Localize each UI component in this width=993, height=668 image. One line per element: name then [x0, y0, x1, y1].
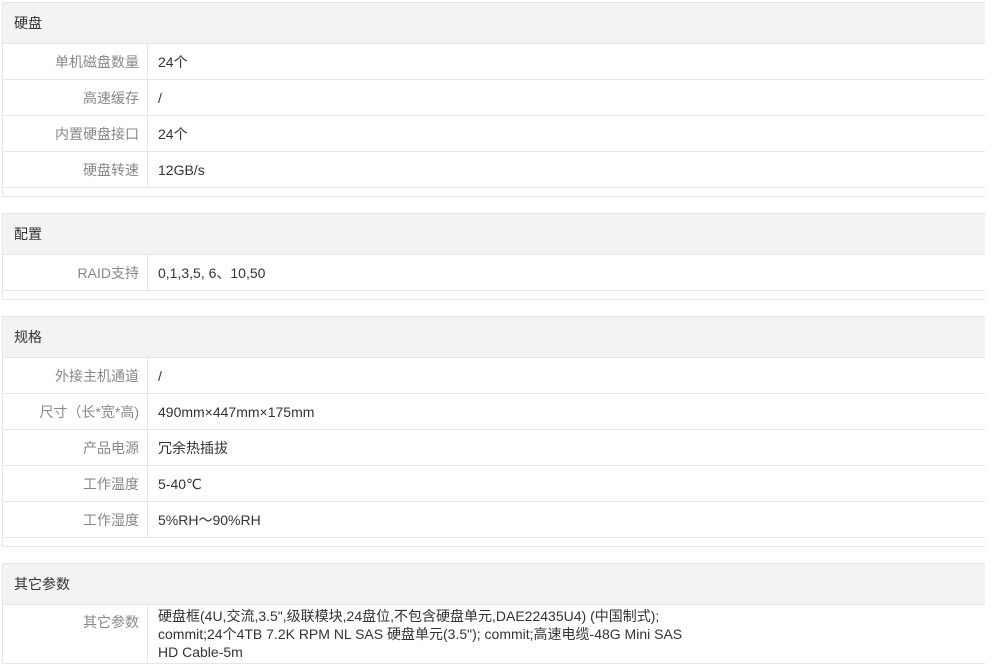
row-label: 硬盘转速	[3, 152, 148, 187]
row-value: 5-40℃	[158, 476, 202, 492]
row-value: /	[158, 368, 162, 384]
section-other: 其它参数 其它参数 硬盘框(4U,交流,3.5",级联模块,24盘位,不包含硬盘…	[2, 563, 985, 664]
section-footer	[3, 290, 985, 299]
row-label: 其它参数	[3, 605, 148, 663]
section-title: 规格	[3, 317, 985, 357]
table-row: 高速缓存 /	[3, 79, 985, 115]
section-title: 其它参数	[3, 564, 985, 604]
row-value: 冗余热插拔	[158, 440, 228, 456]
table-row: 产品电源 冗余热插拔	[3, 429, 985, 465]
row-label: 尺寸（长*宽*高)	[3, 394, 148, 429]
section-footer	[3, 187, 985, 196]
section-disk: 硬盘 单机磁盘数量 24个 高速缓存 / 内置硬盘接口 24个 硬盘转速 12G…	[2, 2, 985, 197]
table-row: 外接主机通道 /	[3, 357, 985, 393]
row-label: RAID支持	[3, 255, 148, 290]
row-value: 24个	[158, 54, 188, 70]
section-title: 配置	[3, 214, 985, 254]
spec-table: 硬盘 单机磁盘数量 24个 高速缓存 / 内置硬盘接口 24个 硬盘转速 12G…	[2, 2, 985, 664]
table-row: RAID支持 0,1,3,5, 6、10,50	[3, 254, 985, 290]
row-label: 产品电源	[3, 430, 148, 465]
section-footer	[3, 537, 985, 546]
row-value: 硬盘框(4U,交流,3.5",级联模块,24盘位,不包含硬盘单元,DAE2243…	[158, 608, 683, 660]
row-value: 24个	[158, 126, 188, 142]
row-label: 工作温度	[3, 466, 148, 501]
table-row: 尺寸（长*宽*高) 490mm×447mm×175mm	[3, 393, 985, 429]
table-row: 内置硬盘接口 24个	[3, 115, 985, 151]
section-config: 配置 RAID支持 0,1,3,5, 6、10,50	[2, 213, 985, 300]
table-row: 硬盘转速 12GB/s	[3, 151, 985, 187]
table-row: 工作温度 5-40℃	[3, 465, 985, 501]
row-label: 高速缓存	[3, 80, 148, 115]
table-row: 工作湿度 5%RH～90%RH	[3, 501, 985, 537]
row-label: 外接主机通道	[3, 358, 148, 393]
row-value: 490mm×447mm×175mm	[158, 404, 315, 420]
row-label: 工作湿度	[3, 502, 148, 537]
row-value: 12GB/s	[158, 162, 205, 178]
section-title: 硬盘	[3, 3, 985, 43]
table-row: 单机磁盘数量 24个	[3, 43, 985, 79]
row-label: 内置硬盘接口	[3, 116, 148, 151]
section-specs: 规格 外接主机通道 / 尺寸（长*宽*高) 490mm×447mm×175mm …	[2, 316, 985, 547]
row-value: 0,1,3,5, 6、10,50	[158, 265, 266, 281]
row-label: 单机磁盘数量	[3, 44, 148, 79]
row-value: /	[158, 90, 162, 106]
row-value: 5%RH～90%RH	[158, 512, 261, 528]
table-row: 其它参数 硬盘框(4U,交流,3.5",级联模块,24盘位,不包含硬盘单元,DA…	[3, 604, 985, 663]
